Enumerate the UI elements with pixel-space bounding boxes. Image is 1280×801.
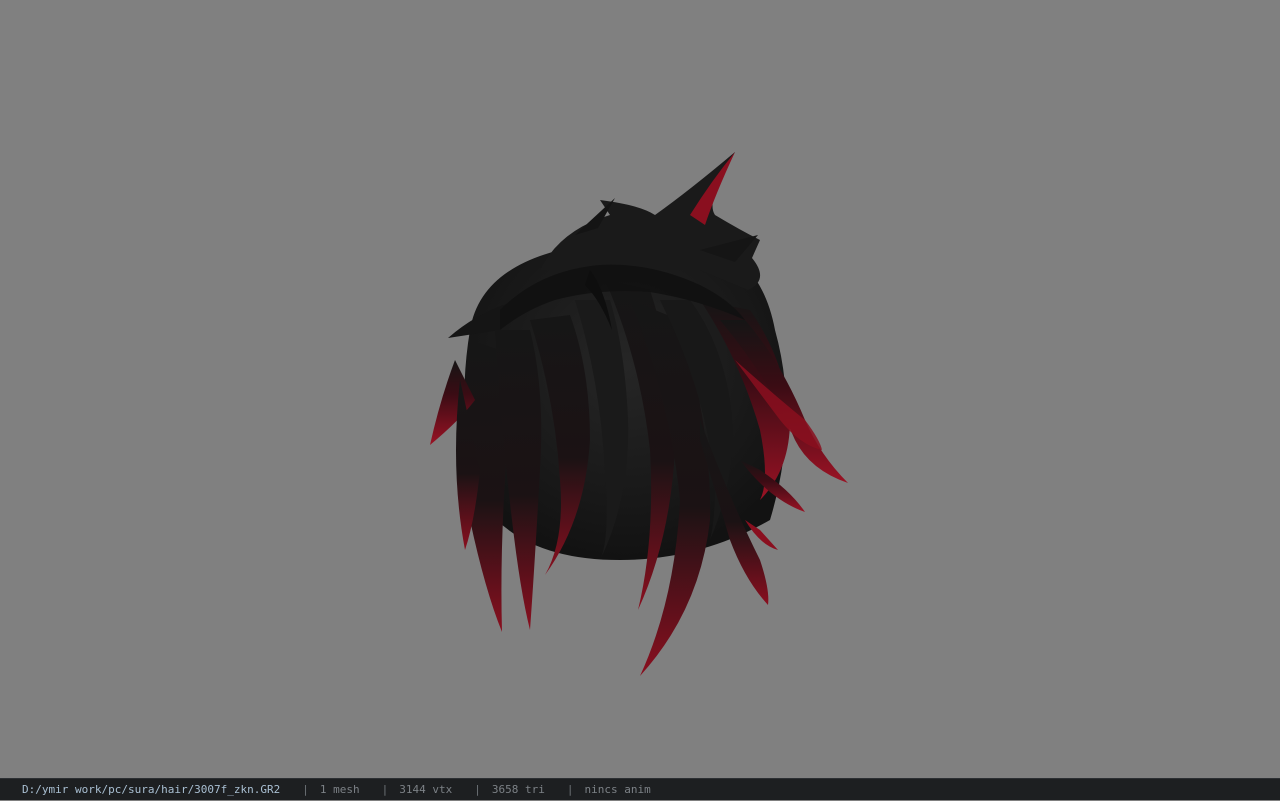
model-viewport[interactable] xyxy=(0,0,1280,778)
file-path-label: D:/ymir work/pc/sura/hair/3007f_zkn.GR2 xyxy=(22,782,281,796)
status-separator: | xyxy=(381,782,389,796)
status-separator: | xyxy=(474,782,481,796)
vertex-count-label: 3144 vtx xyxy=(399,782,453,796)
mesh-count-label: 1 mesh xyxy=(319,782,360,796)
status-bar: D:/ymir work/pc/sura/hair/3007f_zkn.GR2 … xyxy=(0,778,1280,800)
status-separator: | xyxy=(566,782,574,796)
hair-model-icon xyxy=(430,152,848,676)
triangle-count-label: 3658 tri xyxy=(491,782,545,796)
animation-status-label: nincs anim xyxy=(584,782,651,796)
status-separator: | xyxy=(302,782,309,796)
